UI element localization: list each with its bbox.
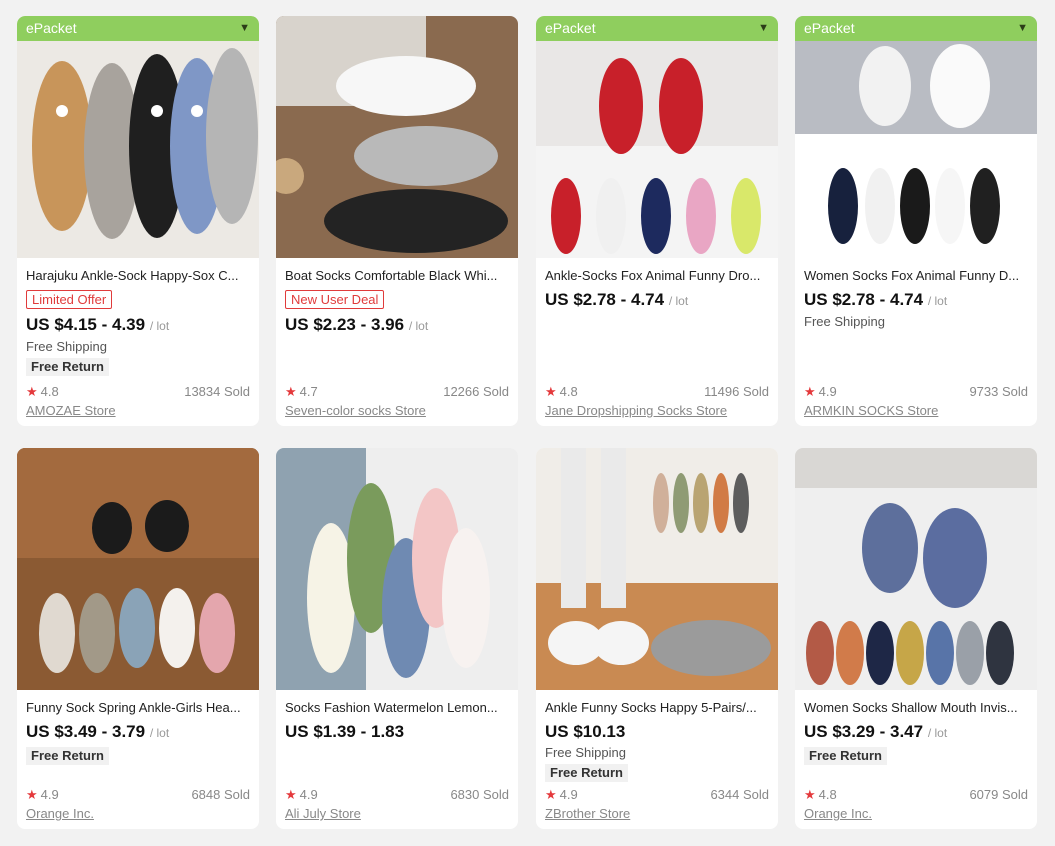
store-link[interactable]: Jane Dropshipping Socks Store — [545, 403, 769, 419]
product-image[interactable] — [276, 16, 518, 258]
sold-count: 6079 Sold — [969, 787, 1028, 802]
product-card[interactable]: Ankle Funny Socks Happy 5-Pairs/... US $… — [536, 448, 778, 829]
sold-count: 6830 Sold — [450, 787, 509, 802]
star-icon: ★ — [285, 787, 297, 802]
sold-count: 6344 Sold — [710, 787, 769, 802]
price: US $2.78 - 4.74 / lot — [545, 290, 689, 309]
rating-row: ★ 4.9 6848 Sold — [26, 787, 250, 803]
store-link[interactable]: Ali July Store — [285, 806, 509, 822]
price: US $3.49 - 3.79 / lot — [26, 722, 170, 741]
rating: 4.7 — [299, 384, 318, 399]
star-icon: ★ — [804, 787, 816, 802]
sold-count: 13834 Sold — [184, 384, 250, 399]
product-card[interactable]: Socks Fashion Watermelon Lemon... US $1.… — [276, 448, 518, 829]
epacket-badge: ePacket ▼ — [795, 16, 1037, 41]
price: US $2.78 - 4.74 / lot — [804, 290, 948, 309]
product-card[interactable]: ePacket ▼ Women Socks Fox Animal Funny D… — [795, 16, 1037, 426]
product-title[interactable]: Boat Socks Comfortable Black Whi... — [285, 268, 509, 284]
rating: 4.8 — [40, 384, 59, 399]
rating-row: ★ 4.7 12266 Sold — [285, 384, 509, 400]
cartoon-socks-photo — [795, 16, 1037, 258]
product-title[interactable]: Ankle Funny Socks Happy 5-Pairs/... — [545, 700, 769, 716]
product-title[interactable]: Ankle-Socks Fox Animal Funny Dro... — [545, 268, 769, 284]
rating: 4.8 — [818, 787, 837, 802]
product-image[interactable] — [17, 448, 259, 690]
free-return-badge: Free Return — [26, 747, 109, 765]
star-icon: ★ — [285, 384, 297, 399]
product-title[interactable]: Socks Fashion Watermelon Lemon... — [285, 700, 509, 716]
product-image[interactable] — [536, 448, 778, 690]
rating-row: ★ 4.8 13834 Sold — [26, 384, 250, 400]
colorful-socks-photo — [536, 448, 778, 690]
heart-socks-photo — [17, 448, 259, 690]
price: US $1.39 - 1.83 — [285, 722, 405, 741]
rating: 4.9 — [299, 787, 318, 802]
star-icon: ★ — [545, 787, 557, 802]
product-card[interactable]: Funny Sock Spring Ankle-Girls Hea... US … — [17, 448, 259, 829]
sold-count: 11496 Sold — [704, 384, 769, 399]
product-image[interactable]: ePacket ▼ — [17, 16, 259, 258]
product-image[interactable]: ePacket ▼ — [795, 16, 1037, 258]
star-icon: ★ — [545, 384, 557, 399]
price: US $2.23 - 3.96 / lot — [285, 315, 429, 334]
promo-tag: New User Deal — [285, 290, 385, 309]
product-title[interactable]: Harajuku Ankle-Sock Happy-Sox C... — [26, 268, 250, 284]
store-link[interactable]: Seven-color socks Store — [285, 403, 509, 419]
price: US $3.29 - 3.47 / lot — [804, 722, 948, 741]
product-image[interactable] — [276, 448, 518, 690]
rating-row: ★ 4.9 6830 Sold — [285, 787, 509, 803]
rating-row: ★ 4.9 6344 Sold — [545, 787, 769, 803]
rating: 4.9 — [818, 384, 837, 399]
product-card[interactable]: Women Socks Shallow Mouth Invis... US $3… — [795, 448, 1037, 829]
chevron-down-icon[interactable]: ▼ — [239, 16, 250, 41]
rating: 4.9 — [559, 787, 578, 802]
star-icon: ★ — [26, 787, 38, 802]
shipping-text: Free Shipping — [26, 339, 107, 354]
product-title[interactable]: Women Socks Shallow Mouth Invis... — [804, 700, 1028, 716]
free-return-badge: Free Return — [26, 358, 109, 376]
free-return-badge: Free Return — [545, 764, 628, 782]
rating-row: ★ 4.9 9733 Sold — [804, 384, 1028, 400]
rating-row: ★ 4.8 6079 Sold — [804, 787, 1028, 803]
product-image[interactable] — [795, 448, 1037, 690]
product-card[interactable]: ePacket ▼ Ankle-Socks Fox Animal Funny D… — [536, 16, 778, 426]
shipping-text: Free Shipping — [804, 314, 885, 329]
product-card[interactable]: ePacket ▼ Harajuku Ankle-Sock Happy-Sox … — [17, 16, 259, 426]
free-return-badge: Free Return — [804, 747, 887, 765]
store-link[interactable]: AMOZAE Store — [26, 403, 250, 419]
store-link[interactable]: ARMKIN SOCKS Store — [804, 403, 1028, 419]
plain-socks-photo — [276, 16, 518, 258]
invisible-socks-photo — [795, 448, 1037, 690]
chevron-down-icon[interactable]: ▼ — [758, 16, 769, 41]
product-title[interactable]: Funny Sock Spring Ankle-Girls Hea... — [26, 700, 250, 716]
rating-row: ★ 4.8 11496 Sold — [545, 384, 769, 400]
star-icon: ★ — [804, 384, 816, 399]
sold-count: 9733 Sold — [969, 384, 1028, 399]
rating: 4.9 — [40, 787, 59, 802]
sold-count: 12266 Sold — [443, 384, 509, 399]
product-image[interactable]: ePacket ▼ — [536, 16, 778, 258]
epacket-badge: ePacket ▼ — [536, 16, 778, 41]
store-link[interactable]: Orange Inc. — [804, 806, 1028, 822]
product-card[interactable]: Boat Socks Comfortable Black Whi... New … — [276, 16, 518, 426]
store-link[interactable]: ZBrother Store — [545, 806, 769, 822]
shipping-text: Free Shipping — [545, 745, 626, 760]
cat-socks-photo — [17, 16, 259, 258]
promo-tag: Limited Offer — [26, 290, 113, 309]
price: US $4.15 - 4.39 / lot — [26, 315, 170, 334]
star-icon: ★ — [26, 384, 38, 399]
store-link[interactable]: Orange Inc. — [26, 806, 250, 822]
epacket-badge: ePacket ▼ — [17, 16, 259, 41]
product-grid: ePacket ▼ Harajuku Ankle-Sock Happy-Sox … — [0, 0, 1055, 846]
chevron-down-icon[interactable]: ▼ — [1017, 16, 1028, 41]
rating: 4.8 — [559, 384, 578, 399]
product-title[interactable]: Women Socks Fox Animal Funny D... — [804, 268, 1028, 284]
price: US $10.13 — [545, 722, 626, 741]
fruit-socks-photo — [276, 448, 518, 690]
sold-count: 6848 Sold — [191, 787, 250, 802]
cartoon-socks-photo — [536, 16, 778, 258]
